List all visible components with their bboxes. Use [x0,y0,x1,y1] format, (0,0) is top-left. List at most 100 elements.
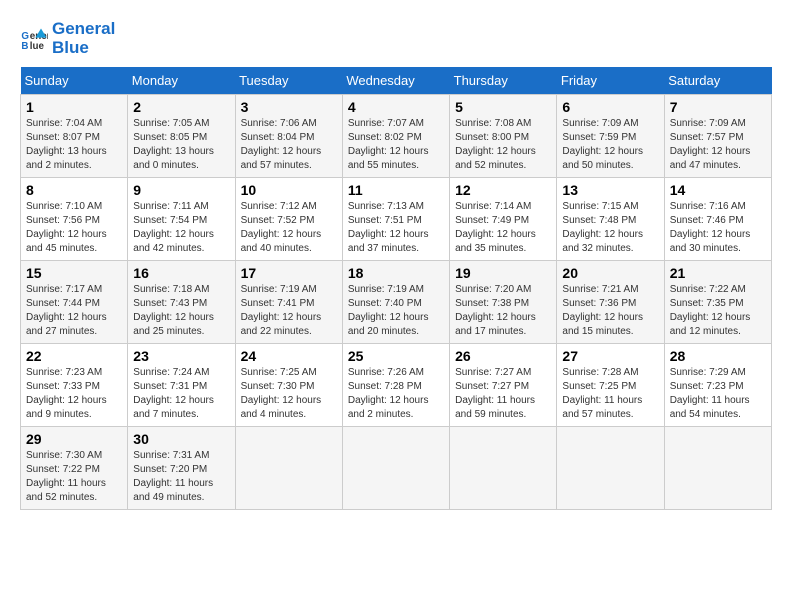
calendar-day-27: 27 Sunrise: 7:28 AMSunset: 7:25 PMDaylig… [557,344,664,427]
calendar-day-15: 15 Sunrise: 7:17 AMSunset: 7:44 PMDaylig… [21,261,128,344]
day-number: 2 [133,99,229,115]
day-info: Sunrise: 7:21 AMSunset: 7:36 PMDaylight:… [562,284,643,337]
svg-text:B: B [21,40,28,51]
empty-cell [664,427,771,510]
logo: G eneral B lue General Blue [20,20,115,57]
day-info: Sunrise: 7:09 AMSunset: 7:57 PMDaylight:… [670,118,751,171]
day-number: 5 [455,99,551,115]
calendar-day-26: 26 Sunrise: 7:27 AMSunset: 7:27 PMDaylig… [450,344,557,427]
calendar-table: SundayMondayTuesdayWednesdayThursdayFrid… [20,67,772,510]
day-info: Sunrise: 7:04 AMSunset: 8:07 PMDaylight:… [26,118,107,171]
day-number: 9 [133,182,229,198]
calendar-day-19: 19 Sunrise: 7:20 AMSunset: 7:38 PMDaylig… [450,261,557,344]
empty-cell [557,427,664,510]
day-number: 1 [26,99,122,115]
calendar-day-17: 17 Sunrise: 7:19 AMSunset: 7:41 PMDaylig… [235,261,342,344]
day-info: Sunrise: 7:11 AMSunset: 7:54 PMDaylight:… [133,201,214,254]
col-header-monday: Monday [128,67,235,95]
calendar-day-14: 14 Sunrise: 7:16 AMSunset: 7:46 PMDaylig… [664,178,771,261]
calendar-day-30: 30 Sunrise: 7:31 AMSunset: 7:20 PMDaylig… [128,427,235,510]
day-number: 11 [348,182,444,198]
calendar-day-2: 2 Sunrise: 7:05 AMSunset: 8:05 PMDayligh… [128,95,235,178]
empty-cell [342,427,449,510]
day-info: Sunrise: 7:19 AMSunset: 7:40 PMDaylight:… [348,284,429,337]
calendar-day-12: 12 Sunrise: 7:14 AMSunset: 7:49 PMDaylig… [450,178,557,261]
day-info: Sunrise: 7:30 AMSunset: 7:22 PMDaylight:… [26,450,106,503]
day-number: 30 [133,431,229,447]
calendar-day-9: 9 Sunrise: 7:11 AMSunset: 7:54 PMDayligh… [128,178,235,261]
calendar-day-1: 1 Sunrise: 7:04 AMSunset: 8:07 PMDayligh… [21,95,128,178]
day-info: Sunrise: 7:17 AMSunset: 7:44 PMDaylight:… [26,284,107,337]
day-info: Sunrise: 7:31 AMSunset: 7:20 PMDaylight:… [133,450,213,503]
day-info: Sunrise: 7:27 AMSunset: 7:27 PMDaylight:… [455,367,535,420]
calendar-day-7: 7 Sunrise: 7:09 AMSunset: 7:57 PMDayligh… [664,95,771,178]
day-info: Sunrise: 7:24 AMSunset: 7:31 PMDaylight:… [133,367,214,420]
day-number: 18 [348,265,444,281]
day-number: 3 [241,99,337,115]
day-info: Sunrise: 7:19 AMSunset: 7:41 PMDaylight:… [241,284,322,337]
day-number: 4 [348,99,444,115]
day-number: 6 [562,99,658,115]
day-info: Sunrise: 7:08 AMSunset: 8:00 PMDaylight:… [455,118,536,171]
calendar-day-29: 29 Sunrise: 7:30 AMSunset: 7:22 PMDaylig… [21,427,128,510]
empty-cell [235,427,342,510]
day-info: Sunrise: 7:25 AMSunset: 7:30 PMDaylight:… [241,367,322,420]
day-number: 12 [455,182,551,198]
calendar-day-20: 20 Sunrise: 7:21 AMSunset: 7:36 PMDaylig… [557,261,664,344]
calendar-day-10: 10 Sunrise: 7:12 AMSunset: 7:52 PMDaylig… [235,178,342,261]
day-number: 10 [241,182,337,198]
day-number: 28 [670,348,766,364]
calendar-day-13: 13 Sunrise: 7:15 AMSunset: 7:48 PMDaylig… [557,178,664,261]
calendar-day-8: 8 Sunrise: 7:10 AMSunset: 7:56 PMDayligh… [21,178,128,261]
day-number: 20 [562,265,658,281]
day-number: 23 [133,348,229,364]
col-header-sunday: Sunday [21,67,128,95]
svg-text:lue: lue [30,40,45,51]
day-number: 25 [348,348,444,364]
calendar-day-5: 5 Sunrise: 7:08 AMSunset: 8:00 PMDayligh… [450,95,557,178]
day-number: 8 [26,182,122,198]
day-info: Sunrise: 7:29 AMSunset: 7:23 PMDaylight:… [670,367,750,420]
day-info: Sunrise: 7:13 AMSunset: 7:51 PMDaylight:… [348,201,429,254]
day-info: Sunrise: 7:22 AMSunset: 7:35 PMDaylight:… [670,284,751,337]
day-number: 26 [455,348,551,364]
day-info: Sunrise: 7:26 AMSunset: 7:28 PMDaylight:… [348,367,429,420]
calendar-day-25: 25 Sunrise: 7:26 AMSunset: 7:28 PMDaylig… [342,344,449,427]
day-number: 27 [562,348,658,364]
calendar-day-22: 22 Sunrise: 7:23 AMSunset: 7:33 PMDaylig… [21,344,128,427]
col-header-saturday: Saturday [664,67,771,95]
calendar-day-24: 24 Sunrise: 7:25 AMSunset: 7:30 PMDaylig… [235,344,342,427]
logo-icon: G eneral B lue [20,25,48,53]
day-number: 29 [26,431,122,447]
day-info: Sunrise: 7:23 AMSunset: 7:33 PMDaylight:… [26,367,107,420]
day-info: Sunrise: 7:18 AMSunset: 7:43 PMDaylight:… [133,284,214,337]
day-number: 24 [241,348,337,364]
day-number: 21 [670,265,766,281]
day-info: Sunrise: 7:12 AMSunset: 7:52 PMDaylight:… [241,201,322,254]
day-number: 19 [455,265,551,281]
day-info: Sunrise: 7:05 AMSunset: 8:05 PMDaylight:… [133,118,214,171]
day-number: 15 [26,265,122,281]
day-info: Sunrise: 7:14 AMSunset: 7:49 PMDaylight:… [455,201,536,254]
day-number: 22 [26,348,122,364]
col-header-friday: Friday [557,67,664,95]
day-info: Sunrise: 7:16 AMSunset: 7:46 PMDaylight:… [670,201,751,254]
day-info: Sunrise: 7:06 AMSunset: 8:04 PMDaylight:… [241,118,322,171]
col-header-tuesday: Tuesday [235,67,342,95]
day-info: Sunrise: 7:15 AMSunset: 7:48 PMDaylight:… [562,201,643,254]
day-info: Sunrise: 7:10 AMSunset: 7:56 PMDaylight:… [26,201,107,254]
calendar-day-28: 28 Sunrise: 7:29 AMSunset: 7:23 PMDaylig… [664,344,771,427]
calendar-day-6: 6 Sunrise: 7:09 AMSunset: 7:59 PMDayligh… [557,95,664,178]
calendar-day-21: 21 Sunrise: 7:22 AMSunset: 7:35 PMDaylig… [664,261,771,344]
day-number: 13 [562,182,658,198]
calendar-day-16: 16 Sunrise: 7:18 AMSunset: 7:43 PMDaylig… [128,261,235,344]
day-info: Sunrise: 7:07 AMSunset: 8:02 PMDaylight:… [348,118,429,171]
calendar-day-11: 11 Sunrise: 7:13 AMSunset: 7:51 PMDaylig… [342,178,449,261]
day-info: Sunrise: 7:28 AMSunset: 7:25 PMDaylight:… [562,367,642,420]
calendar-day-23: 23 Sunrise: 7:24 AMSunset: 7:31 PMDaylig… [128,344,235,427]
day-info: Sunrise: 7:09 AMSunset: 7:59 PMDaylight:… [562,118,643,171]
logo-blue: Blue [52,39,115,58]
col-header-thursday: Thursday [450,67,557,95]
page-header: G eneral B lue General Blue [20,20,772,57]
col-header-wednesday: Wednesday [342,67,449,95]
